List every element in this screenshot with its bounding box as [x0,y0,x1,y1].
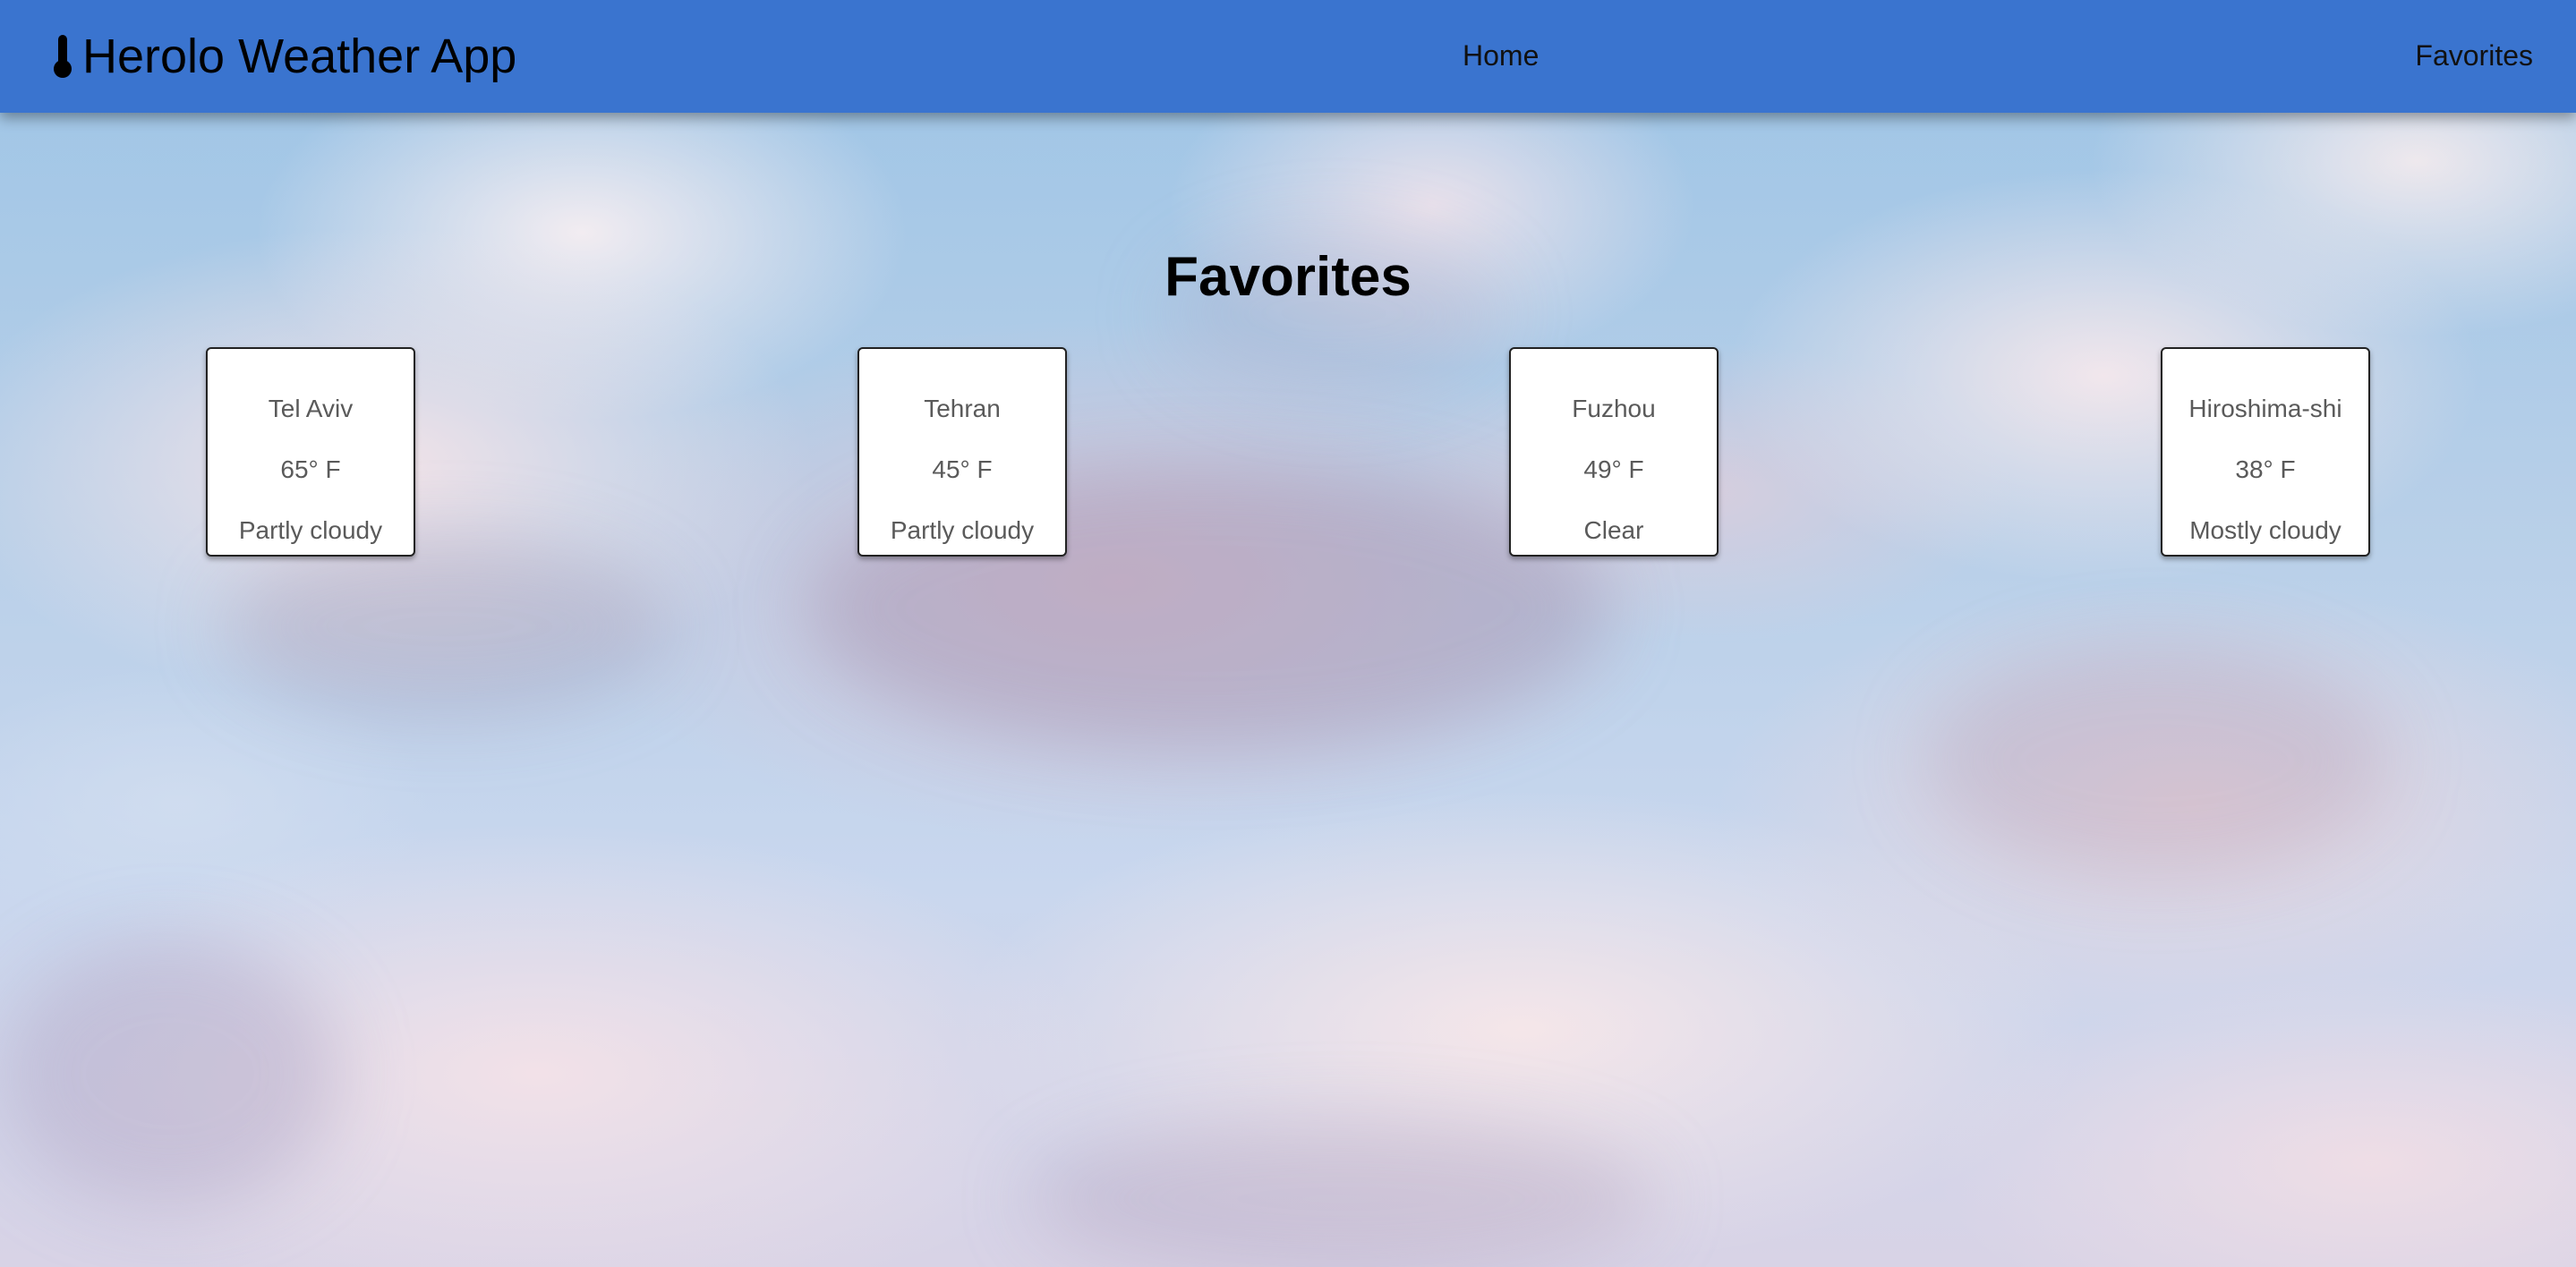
card-condition: Clear [1583,516,1644,544]
card-city: Fuzhou [1572,395,1656,422]
card-condition: Mostly cloudy [2189,516,2341,544]
favorite-card-hiroshima-shi[interactable]: Hiroshima-shi 38° F Mostly cloudy [2161,347,2370,557]
app-brand[interactable]: Herolo Weather App [50,27,516,86]
page-title: Favorites [1164,246,1412,308]
app-title: Herolo Weather App [82,30,517,83]
card-city: Tehran [924,395,1001,422]
card-temperature: 38° F [2235,455,2296,483]
card-temperature: 45° F [932,455,993,483]
favorite-card-fuzhou[interactable]: Fuzhou 49° F Clear [1509,347,1719,557]
card-temperature: 49° F [1583,455,1644,483]
card-condition: Partly cloudy [238,516,383,544]
nav-favorites-link[interactable]: Favorites [2415,38,2533,73]
nav-home-link[interactable]: Home [1463,38,1539,73]
thermometer-icon [54,35,72,78]
cloud-background [0,0,2576,1267]
favorite-card-tel-aviv[interactable]: Tel Aviv 65° F Partly cloudy [206,347,415,557]
card-city: Tel Aviv [268,395,354,422]
favorites-list: Tel Aviv 65° F Partly cloudy Tehran 45° … [0,347,2576,562]
card-city: Hiroshima-shi [2188,395,2342,422]
favorite-card-tehran[interactable]: Tehran 45° F Partly cloudy [857,347,1067,557]
app-header: Herolo Weather App Home Favorites [0,0,2576,113]
card-condition: Partly cloudy [890,516,1035,544]
card-temperature: 65° F [280,455,341,483]
